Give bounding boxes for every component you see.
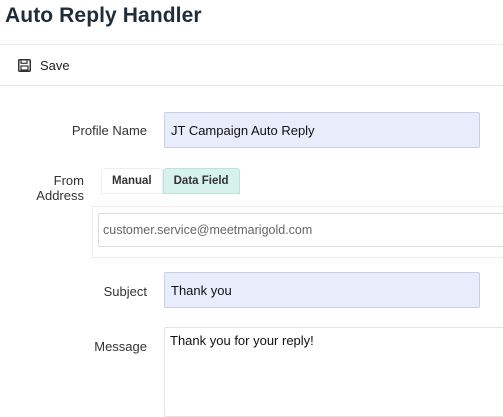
from-address-tabs: Manual Data Field <box>101 168 240 194</box>
tab-data-field[interactable]: Data Field <box>162 168 240 194</box>
floppy-disk-icon <box>18 58 31 72</box>
page-title: Auto Reply Handler <box>5 4 202 27</box>
from-address-input[interactable]: customer.service@meetmarigold.com <box>98 213 503 247</box>
from-address-label-line1: From <box>53 173 84 188</box>
toolbar-divider <box>0 85 503 86</box>
message-label: Message <box>94 339 147 354</box>
message-textarea[interactable]: Thank you for your reply! <box>164 327 503 417</box>
from-address-panel: customer.service@meetmarigold.com <box>92 206 503 258</box>
save-button[interactable]: Save <box>18 55 70 75</box>
tab-manual[interactable]: Manual <box>101 168 163 194</box>
save-label: Save <box>40 57 70 73</box>
subject-input[interactable]: Thank you <box>164 272 480 308</box>
from-address-label: From Address <box>20 173 84 203</box>
profile-name-input[interactable]: JT Campaign Auto Reply <box>164 112 480 148</box>
subject-label: Subject <box>103 284 147 299</box>
profile-name-label: Profile Name <box>71 123 147 138</box>
from-address-label-line2: Address <box>36 188 84 203</box>
header-divider <box>0 44 503 45</box>
